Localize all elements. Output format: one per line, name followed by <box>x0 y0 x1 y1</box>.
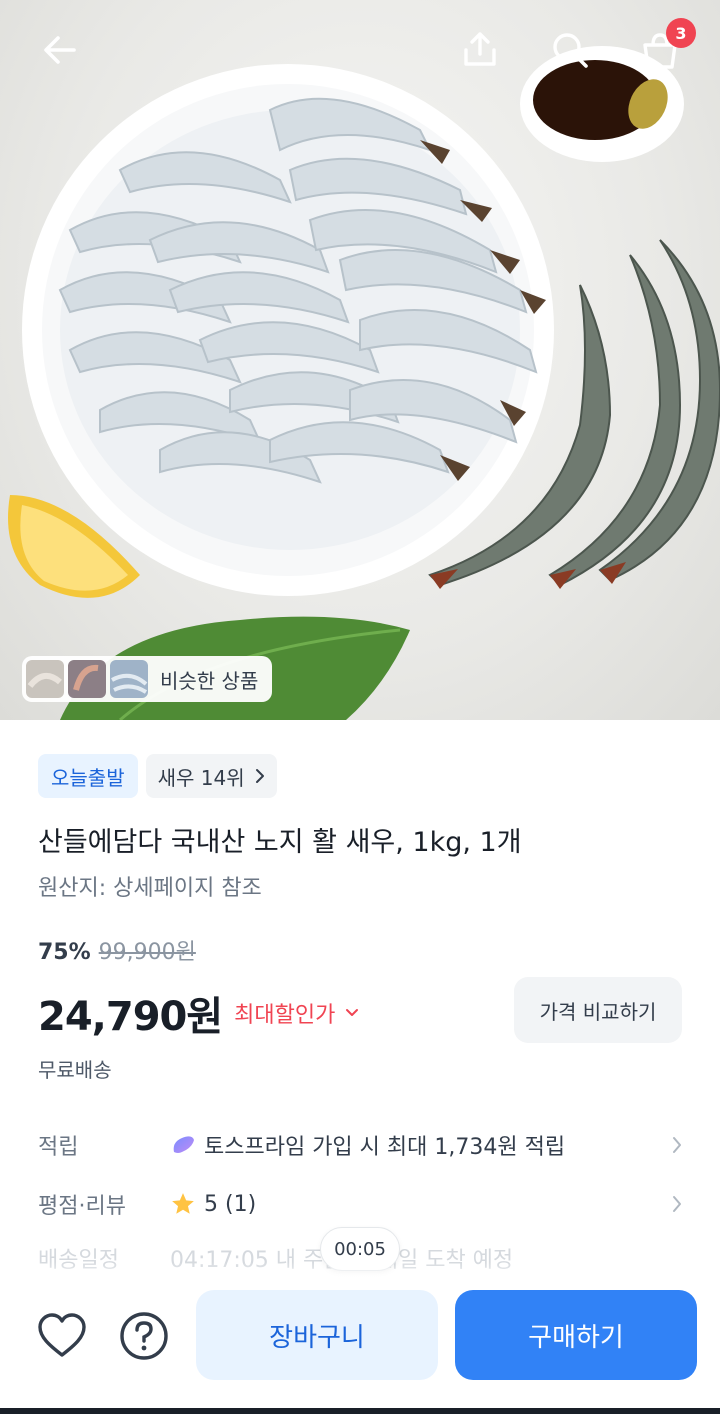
max-discount-toggle[interactable]: 최대할인가 <box>234 997 359 1029</box>
similar-products-chip[interactable]: 비슷한 상품 <box>22 656 273 702</box>
product-title: 산들에담다 국내산 노지 활 새우, 1kg, 1개 <box>38 827 522 858</box>
product-tags: 오늘출발 새우 14위 <box>38 754 277 798</box>
price-compare-button[interactable]: 가격 비교하기 <box>514 977 682 1043</box>
chevron-right-icon <box>662 1195 682 1213</box>
share-icon <box>464 32 496 66</box>
original-price: 99,900원 <box>98 940 196 965</box>
share-button[interactable] <box>452 22 508 78</box>
similar-thumb-2 <box>68 660 106 698</box>
points-row[interactable]: 적립 토스프라임 가입 시 최대 1,734원 적립 <box>38 1125 682 1165</box>
rating-value: 5 (1) <box>204 1191 257 1217</box>
star-icon <box>172 1193 194 1214</box>
cart-count-badge: 3 <box>666 18 696 48</box>
back-button[interactable] <box>32 22 88 78</box>
rating-label: 평점·리뷰 <box>38 1194 126 1219</box>
product-hero-image[interactable]: 3 비슷한 상품 <box>0 0 720 720</box>
similar-products-label: 비슷한 상품 <box>160 668 259 693</box>
arrow-left-icon <box>44 36 76 64</box>
top-bar: 3 <box>0 0 720 100</box>
heart-icon <box>38 1313 86 1357</box>
wishlist-button[interactable] <box>36 1310 88 1362</box>
discount-rate: 75% <box>38 940 91 965</box>
points-value: 토스프라임 가입 시 최대 1,734원 적립 <box>204 1135 566 1160</box>
today-shipping-tag: 오늘출발 <box>38 754 138 798</box>
search-button[interactable] <box>542 22 598 78</box>
question-icon <box>120 1312 168 1360</box>
points-value-wrap: 토스프라임 가입 시 최대 1,734원 적립 <box>170 1129 662 1161</box>
category-rank-tag[interactable]: 새우 14위 <box>145 754 277 798</box>
shrimp-photo <box>8 46 720 720</box>
similar-thumb-1 <box>26 660 64 698</box>
chevron-right-icon <box>662 1136 682 1154</box>
toss-prime-icon <box>173 1136 194 1153</box>
add-to-cart-button[interactable]: 장바구니 <box>196 1290 438 1380</box>
home-indicator <box>0 1408 720 1414</box>
price-row: 24,790원 최대할인가 <box>38 984 359 1042</box>
product-origin: 원산지: 상세페이지 참조 <box>38 876 262 901</box>
max-discount-label: 최대할인가 <box>234 1003 336 1028</box>
points-label: 적립 <box>38 1135 79 1160</box>
rating-row[interactable]: 평점·리뷰 5 (1) <box>38 1184 682 1224</box>
search-icon <box>553 33 588 68</box>
chevron-down-icon <box>346 1009 359 1016</box>
sale-price: 24,790원 <box>38 994 223 1040</box>
discount-row: 75% 99,900원 <box>38 934 196 966</box>
bottom-fade <box>0 1262 720 1286</box>
buy-now-button[interactable]: 구매하기 <box>455 1290 697 1380</box>
shipping-info: 무료배송 <box>38 1058 112 1082</box>
chevron-right-icon <box>255 769 264 783</box>
rating-value-wrap: 5 (1) <box>170 1191 662 1217</box>
similar-thumb-3 <box>110 660 148 698</box>
category-rank-label: 새우 14위 <box>157 765 245 790</box>
inquiry-button[interactable] <box>118 1310 170 1362</box>
